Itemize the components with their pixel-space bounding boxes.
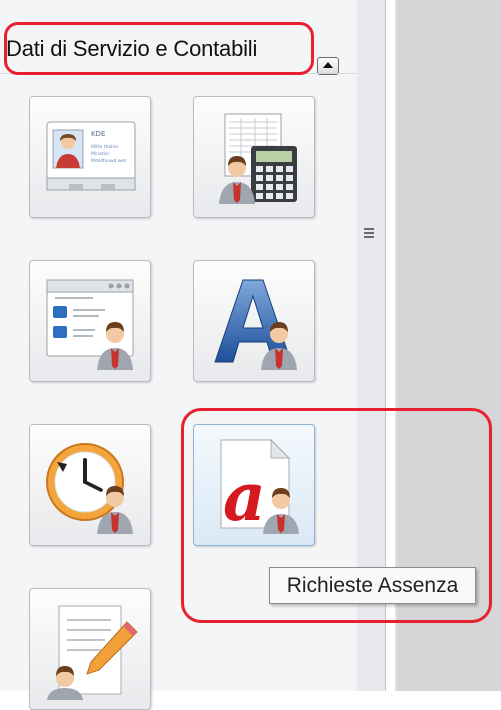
card-line-2: Mitte thaliss — [91, 144, 119, 150]
edit-document-icon — [47, 605, 138, 700]
panel-header[interactable]: Dati di Servizio e Contabili — [0, 22, 357, 75]
letter-a-icon — [214, 279, 297, 370]
tile-modulistica[interactable] — [29, 588, 151, 710]
clock-history-icon — [46, 443, 133, 534]
tile-presenze[interactable] — [29, 424, 151, 546]
tile-font-a[interactable] — [193, 260, 315, 382]
tile-richieste-assenza[interactable]: a — [193, 424, 315, 546]
id-card-icon: KDE Mitte thaliss Minatjer Mdolltsuwd.we… — [46, 121, 136, 191]
header-divider — [0, 73, 357, 74]
absence-document-icon: a — [220, 438, 299, 536]
svg-text:a: a — [223, 458, 266, 536]
tile-anagrafica[interactable]: KDE Mitte thaliss Minatjer Mdolltsuwd.we… — [29, 96, 151, 218]
tile-contabilita[interactable] — [193, 96, 315, 218]
panel-title: Dati di Servizio e Contabili — [6, 36, 258, 61]
calculator-icon — [219, 113, 297, 204]
tooltip: Richieste Assenza — [269, 567, 476, 604]
tile-dati-servizio[interactable] — [29, 260, 151, 382]
grip-icon[interactable] — [364, 228, 374, 240]
form-list-icon — [46, 279, 134, 370]
card-line-1: KDE — [91, 130, 105, 138]
card-line-3: Minatjer — [91, 151, 110, 157]
card-line-4: Mdolltsuwd.wet — [91, 158, 126, 164]
